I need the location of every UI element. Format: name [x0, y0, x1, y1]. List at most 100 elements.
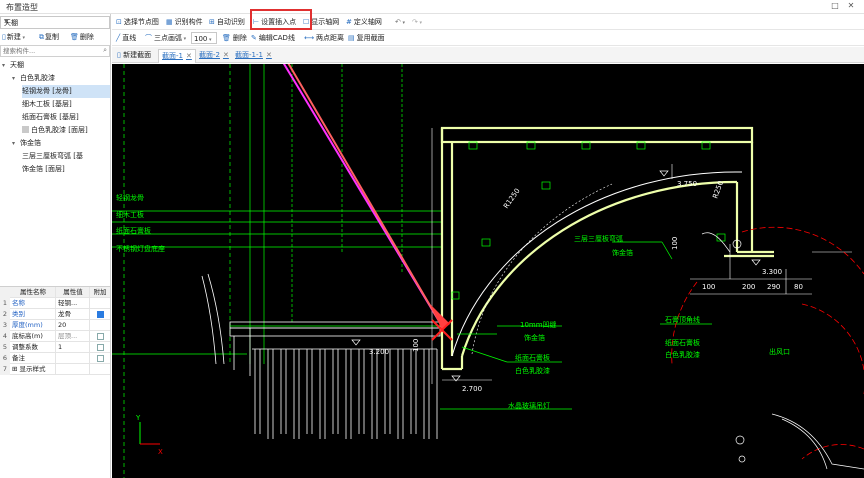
property-name-text: 调整系数 [12, 343, 38, 351]
tab-section-2-label: 截面-2 [199, 51, 220, 59]
axis-x-label: X [158, 448, 163, 456]
tree-item[interactable]: 三层三厘板弯弧 [基 [22, 150, 83, 163]
property-name: 调整系数 [11, 342, 54, 353]
property-name-text: 厚度(mm) [12, 321, 43, 329]
identify-icon: ▦ [166, 18, 173, 26]
auto-identify-label: 自动识别 [216, 18, 245, 26]
expand-icon[interactable]: ⊞ [12, 365, 20, 373]
property-extra [89, 353, 110, 364]
component-panel: 天棚 ▼ ▯新建 ▾ ⧉复制 🗑删除 ⌕ ▾天棚▾白色乳胶漆轻钢龙骨 [龙骨]细… [0, 14, 111, 478]
select-drawing-label: 选择节点图 [123, 18, 159, 26]
tree-item[interactable]: ▾ 天棚 [2, 59, 24, 72]
select-drawing-button[interactable]: ⊡ 选择节点图 [116, 16, 159, 28]
category-select[interactable]: 天棚 ▼ [0, 16, 110, 29]
undo-button[interactable]: ↶ ▾ [395, 16, 405, 28]
tree-item[interactable]: 饰金箔 [面层] [22, 163, 65, 176]
property-value[interactable]: 1 [55, 342, 88, 353]
chevron-down-icon: ▼ [4, 18, 9, 25]
property-row: 5 调整系数 1 [0, 342, 110, 353]
material-swatch [22, 126, 29, 133]
edit-cad-button[interactable]: ✎ 编辑CAD线 [251, 32, 295, 44]
tree-item[interactable]: 细木工板 [基层] [22, 98, 72, 111]
reuse-section-button[interactable]: ▤ 复用截面 [348, 32, 385, 44]
measure-button[interactable]: ⟷ 两点距离 [304, 32, 344, 44]
define-axis-button[interactable]: # 定义轴网 [346, 16, 382, 28]
tree-item-label: 白色乳胶漆 [20, 74, 55, 82]
copy-button[interactable]: ⧉复制 [39, 31, 59, 43]
property-value[interactable]: 层顶... [55, 331, 88, 342]
tree-item[interactable]: ▾ 饰金箔 [12, 137, 41, 150]
search-icon[interactable]: ⌕ [103, 46, 107, 55]
line-icon: ╱ [116, 34, 121, 42]
delete-button[interactable]: 🗑删除 [70, 31, 94, 43]
attach-checkbox[interactable] [96, 333, 104, 340]
property-value[interactable] [55, 353, 88, 364]
tree-item[interactable]: 白色乳胶漆 [面层] [22, 124, 88, 137]
label-outlet: 出风口 [769, 347, 790, 356]
three-point-arc-button[interactable]: ⌒ 三点画弧 ▾ [145, 32, 186, 44]
header-name: 属性名称 [20, 288, 46, 296]
line-label: 直线 [122, 34, 137, 42]
restore-icon[interactable]: □ [830, 1, 840, 11]
property-value[interactable]: 轻钢... [55, 298, 88, 309]
tree-item[interactable]: ▾ 白色乳胶漆 [12, 72, 55, 85]
search-input[interactable] [1, 46, 95, 56]
tab-section-1-label: 截面-1 [162, 52, 183, 60]
delete-line-label: 删除 [232, 34, 247, 42]
tree-item[interactable]: 轻钢龙骨 [龙骨] [22, 85, 110, 98]
tab-section-1-1[interactable]: 截面-1-1 ✕ [232, 49, 275, 63]
chevron-down-icon[interactable]: ▾ [2, 59, 10, 72]
tab-section-2[interactable]: 截面-2 ✕ [196, 49, 232, 63]
tree-item-label: 三层三厘板弯弧 [基 [22, 152, 83, 160]
cad-drawing: 轻钢龙骨 细木工板 纸面石膏板 不锈钢灯盘底座 3.200 2.700 3.75… [112, 64, 864, 478]
select-drawing-icon: ⊡ [116, 18, 122, 26]
copy-label: 复制 [45, 33, 59, 41]
property-grid-header: 属性名称 属性值 附加 [0, 287, 110, 298]
property-value[interactable]: 20 [55, 320, 88, 331]
property-row-number: 3 [0, 320, 10, 331]
chevron-down-icon[interactable]: ▾ [12, 137, 20, 150]
property-value[interactable]: 龙骨 [55, 309, 88, 320]
dimension-lines [431, 128, 852, 384]
property-row-number: 4 [0, 331, 10, 342]
property-row: 7 ⊞ 显示样式 [0, 364, 110, 375]
close-icon[interactable]: ✕ [223, 51, 229, 59]
close-icon[interactable]: ✕ [266, 51, 272, 59]
header-extra: 附加 [89, 287, 110, 298]
redo-button[interactable]: ↷ ▾ [412, 16, 422, 28]
property-row: 6 备注 [0, 353, 110, 364]
chevron-down-icon[interactable]: ▾ [12, 72, 20, 85]
define-axis-label: 定义轴网 [353, 18, 382, 26]
tree-item-label: 饰金箔 [面层] [22, 165, 65, 173]
delete-line-button[interactable]: 🗑 删除 [222, 32, 247, 44]
property-row-number: 6 [0, 353, 10, 364]
auto-identify-button[interactable]: ⊞ 自动识别 [209, 16, 245, 28]
property-name-text: 显示样式 [19, 365, 46, 373]
attach-checkbox[interactable] [96, 355, 104, 362]
tree-item[interactable]: 纸面石膏板 [基层] [22, 111, 79, 124]
new-button[interactable]: ▯新建 ▾ [2, 31, 25, 43]
reuse-icon: ▤ [348, 34, 355, 42]
new-icon: ▯ [2, 33, 6, 41]
label-latex-mid: 白色乳胶漆 [515, 366, 550, 375]
close-icon[interactable]: ✕ [846, 1, 856, 11]
property-extra [89, 320, 110, 331]
label-wood-board: 细木工板 [116, 210, 144, 219]
new-section-button[interactable]: ▯ 新建截面 [114, 49, 154, 63]
cad-canvas[interactable]: 轻钢龙骨 细木工板 纸面石膏板 不锈钢灯盘底座 3.200 2.700 3.75… [112, 64, 864, 478]
dim-3300: 3.300 [762, 268, 782, 276]
line-button[interactable]: ╱ 直线 [116, 32, 136, 44]
property-extra [89, 331, 110, 342]
property-row-number: 5 [0, 342, 10, 353]
main-toolbar: ⊡ 选择节点图 ▦ 识别构件 ⊞ 自动识别 ⊢ 设置插入点 ☐ 显示轴网 # 定义轴网 ↶ … [112, 14, 864, 30]
tree-item-label: 白色乳胶漆 [面层] [31, 126, 88, 134]
attach-checkbox[interactable] [96, 344, 104, 351]
property-value[interactable] [55, 364, 88, 375]
zoom-select[interactable]: 100 ▾ [191, 32, 217, 44]
dim-3750: 3.750 [677, 180, 697, 188]
close-icon[interactable]: ✕ [186, 52, 192, 60]
identify-component-button[interactable]: ▦ 识别构件 [166, 16, 203, 28]
tab-section-1[interactable]: 截面-1 ✕ [158, 49, 196, 63]
axis-indicator: Y X [135, 414, 163, 456]
attach-checkbox[interactable] [96, 311, 104, 318]
